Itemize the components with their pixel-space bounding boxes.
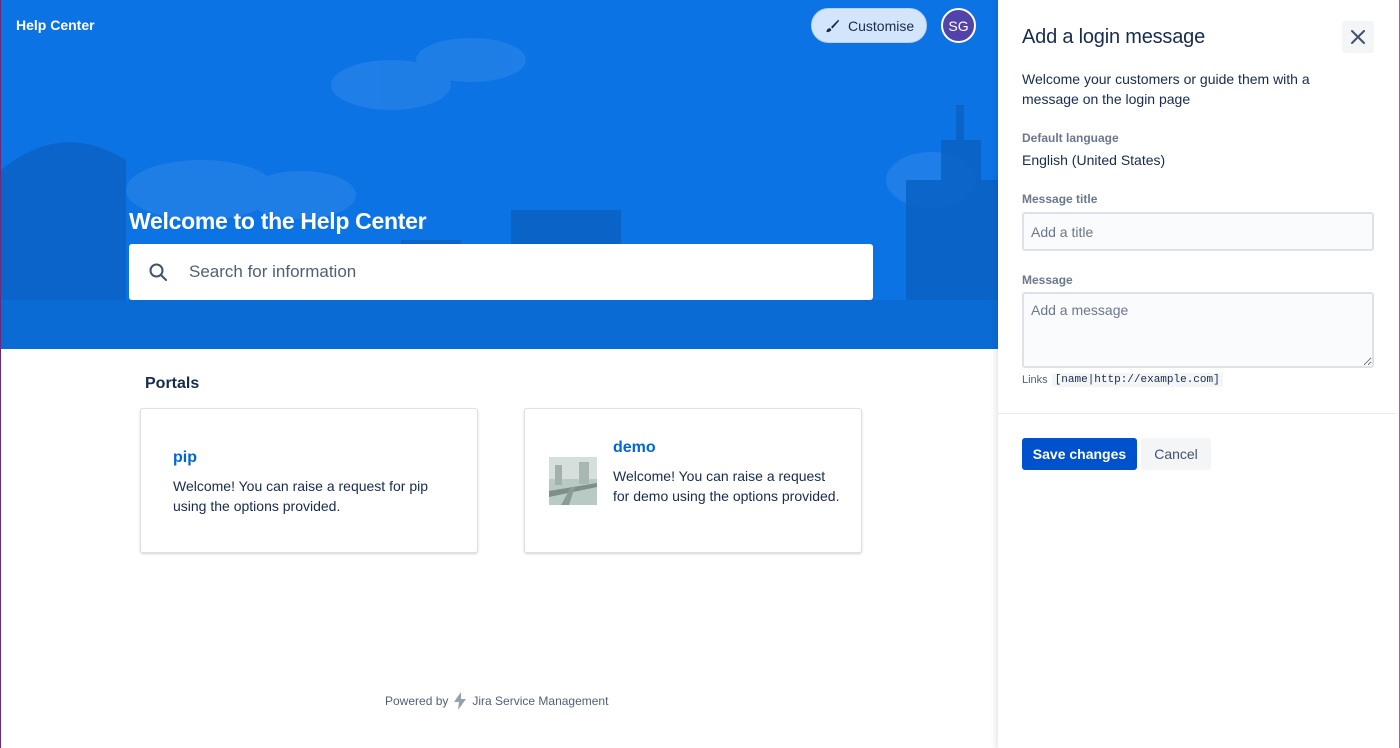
portal-description: Welcome! You can raise a request for pip… bbox=[173, 478, 429, 514]
save-changes-button[interactable]: Save changes bbox=[1022, 438, 1137, 470]
links-help: Links [name|http://example.com] bbox=[1022, 373, 1223, 387]
search-icon bbox=[149, 263, 167, 281]
user-avatar[interactable]: SG bbox=[941, 8, 976, 43]
portal-card-demo[interactable]: demo Welcome! You can raise a request fo… bbox=[524, 408, 862, 553]
message-title-input[interactable] bbox=[1022, 212, 1374, 251]
customise-button[interactable]: Customise bbox=[811, 8, 927, 43]
jira-lightning-icon bbox=[454, 692, 467, 710]
search-input[interactable] bbox=[189, 244, 859, 300]
login-message-drawer: Add a login message Welcome your custome… bbox=[998, 0, 1400, 748]
portal-thumbnail bbox=[549, 457, 597, 505]
drawer-title: Add a login message bbox=[1022, 26, 1205, 48]
portal-description: Welcome! You can raise a request for dem… bbox=[613, 468, 840, 504]
drawer-intro: Welcome your customers or guide them wit… bbox=[1022, 71, 1310, 107]
message-title-label: Message title bbox=[1022, 192, 1098, 206]
portals-heading: Portals bbox=[145, 375, 200, 392]
help-center-page: Help Center Customise SG Welcome to the … bbox=[0, 0, 999, 748]
hero-banner: Help Center Customise SG Welcome to the … bbox=[1, 0, 999, 349]
footer: Powered by Jira Service Management bbox=[385, 692, 608, 710]
links-syntax: [name|http://example.com] bbox=[1051, 373, 1223, 387]
message-label: Message bbox=[1022, 273, 1073, 287]
portal-card-pip[interactable]: pip Welcome! You can raise a request for… bbox=[140, 408, 478, 553]
product-name[interactable]: Jira Service Management bbox=[472, 694, 608, 708]
portal-name[interactable]: demo bbox=[613, 439, 656, 457]
portal-name[interactable]: pip bbox=[173, 449, 197, 467]
default-language-label: Default language bbox=[1022, 131, 1119, 145]
message-textarea[interactable] bbox=[1022, 292, 1374, 368]
links-label: Links bbox=[1022, 374, 1048, 386]
drawer-divider bbox=[998, 413, 1400, 414]
default-language-value: English (United States) bbox=[1022, 152, 1166, 168]
customise-label: Customise bbox=[848, 17, 915, 34]
close-button[interactable] bbox=[1342, 21, 1374, 53]
hero-title: Welcome to the Help Center bbox=[129, 208, 427, 234]
search-bar[interactable] bbox=[129, 244, 873, 300]
brand-title[interactable]: Help Center bbox=[16, 17, 95, 33]
close-icon bbox=[1351, 30, 1365, 44]
powered-by-label: Powered by bbox=[385, 694, 449, 708]
paintbrush-icon bbox=[826, 19, 839, 32]
cancel-button[interactable]: Cancel bbox=[1141, 438, 1211, 470]
